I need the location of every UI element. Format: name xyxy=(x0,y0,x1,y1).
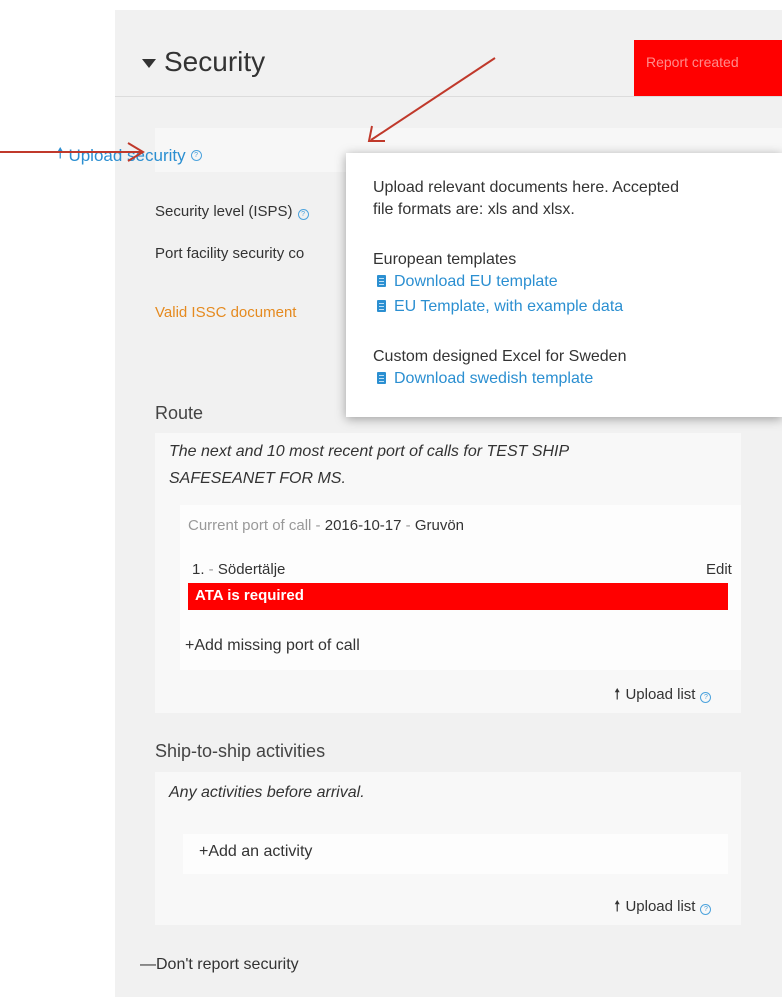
annotation-arrows xyxy=(0,57,496,162)
annotation-arrow-diagonal xyxy=(370,57,496,141)
